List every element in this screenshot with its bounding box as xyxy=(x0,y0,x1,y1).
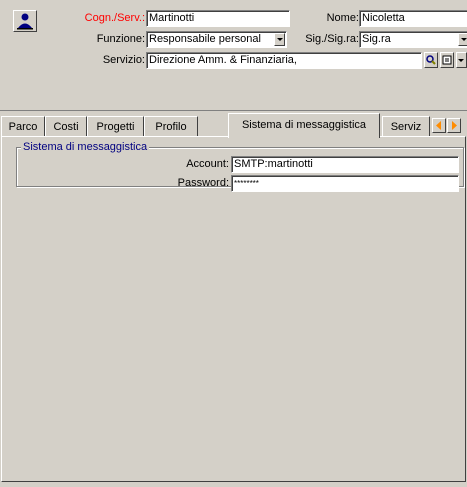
funzione-label: Funzione: xyxy=(96,33,145,45)
group-title: Sistema di messaggistica xyxy=(21,141,150,154)
user-icon xyxy=(17,13,33,30)
tab-sistema-messaggistica[interactable]: Sistema di messaggistica xyxy=(228,113,380,138)
tab-servizi[interactable]: Serviz xyxy=(382,116,430,136)
magnifier-icon xyxy=(426,55,436,65)
servizio-field[interactable]: Direzione Amm. & Finanziaria, xyxy=(146,52,422,69)
tab-costi[interactable]: Costi xyxy=(45,116,87,136)
funzione-select[interactable]: Responsabile personal xyxy=(146,31,287,48)
account-label: Account: xyxy=(186,158,229,170)
arrow-right-icon xyxy=(452,121,457,130)
servizio-label: Servizio: xyxy=(102,54,145,66)
chevron-down-icon[interactable] xyxy=(274,33,285,46)
tab-scroll-left[interactable] xyxy=(432,118,446,133)
password-label: Password: xyxy=(177,177,229,189)
sig-value: Sig.ra xyxy=(362,33,391,45)
user-icon-button[interactable] xyxy=(13,10,37,32)
detail-button[interactable] xyxy=(440,52,454,68)
tab-parco[interactable]: Parco xyxy=(1,116,45,136)
tab-scroll-right[interactable] xyxy=(447,118,461,133)
detail-menu-button[interactable] xyxy=(456,52,467,68)
password-field[interactable]: ******** xyxy=(231,175,459,192)
arrow-left-icon xyxy=(436,121,441,130)
funzione-value: Responsabile personal xyxy=(149,33,261,45)
account-field[interactable]: SMTP:martinotti xyxy=(231,156,459,173)
search-button[interactable] xyxy=(424,52,438,68)
sig-select[interactable]: Sig.ra xyxy=(359,31,467,48)
tab-progetti[interactable]: Progetti xyxy=(87,116,144,136)
nome-field[interactable]: Nicoletta xyxy=(359,10,467,27)
sig-label: Sig./Sig.ra: xyxy=(305,33,359,45)
nome-label: Nome: xyxy=(326,12,359,24)
cogn-label: Cogn./Serv.: xyxy=(84,12,145,24)
chevron-down-icon[interactable] xyxy=(458,33,467,46)
separator xyxy=(0,110,467,111)
tab-profilo[interactable]: Profilo xyxy=(144,116,198,136)
chevron-down-icon xyxy=(458,59,464,62)
cogn-field[interactable]: Martinotti xyxy=(146,10,290,27)
detail-icon xyxy=(442,55,452,65)
